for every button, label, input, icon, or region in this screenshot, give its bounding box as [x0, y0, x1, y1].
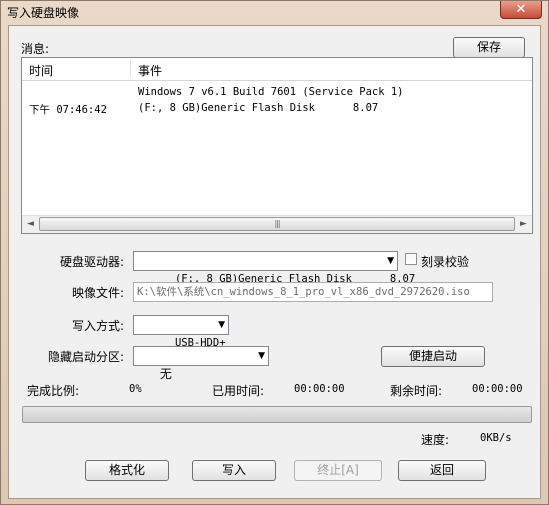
- format-button[interactable]: 格式化: [85, 460, 169, 481]
- abort-button[interactable]: 终止[A]: [294, 460, 382, 481]
- title-bar[interactable]: 写入硬盘映像 ✕: [1, 1, 548, 23]
- column-header-event[interactable]: 事件: [138, 62, 162, 79]
- verify-label[interactable]: 刻录校验: [421, 253, 469, 270]
- chevron-down-icon[interactable]: ▼: [387, 252, 394, 270]
- list-item-event: (F:, 8 GB)Generic Flash Disk 8.07: [138, 102, 379, 114]
- progress-bar: [22, 406, 532, 423]
- remaining-time-label: 剩余时间:: [390, 384, 443, 398]
- write-mode-label: 写入方式:: [72, 319, 125, 333]
- scroll-left-arrow-icon[interactable]: ◄: [22, 216, 39, 232]
- hidden-partition-select[interactable]: 无 ▼: [133, 346, 269, 381]
- drive-select[interactable]: (F:, 8 GB)Generic Flash Disk 8.07 ▼: [133, 251, 415, 285]
- hidden-partition-label: 隐藏启动分区:: [48, 350, 125, 364]
- write-disk-image-window: 写入硬盘映像 ✕ 消息: 保存 时间 事件 Windows 7 v6.1 Bui…: [0, 0, 549, 505]
- image-file-field[interactable]: K:\软件\系统\cn_windows_8_1_pro_vl_x86_dvd_2…: [133, 282, 493, 302]
- close-button[interactable]: ✕: [500, 1, 542, 19]
- complete-ratio-value: 0%: [129, 383, 142, 395]
- write-button[interactable]: 写入: [192, 460, 276, 481]
- messages-label: 消息:: [21, 42, 50, 56]
- window-title: 写入硬盘映像: [7, 6, 80, 20]
- chevron-down-icon[interactable]: ▼: [258, 347, 265, 365]
- chevron-down-icon[interactable]: ▼: [218, 316, 225, 334]
- drive-label: 硬盘驱动器:: [60, 255, 125, 269]
- list-item-event: Windows 7 v6.1 Build 7601 (Service Pack …: [138, 86, 404, 98]
- elapsed-time-label: 已用时间:: [212, 384, 265, 398]
- list-item[interactable]: 下午 07:46:42 (F:, 8 GB)Generic Flash Disk…: [22, 102, 532, 118]
- verify-checkbox[interactable]: [405, 253, 417, 265]
- elapsed-time-value: 00:00:00: [294, 383, 345, 395]
- list-item[interactable]: Windows 7 v6.1 Build 7601 (Service Pack …: [22, 86, 532, 102]
- remaining-time-value: 00:00:00: [472, 383, 523, 395]
- dialog-body: 消息: 保存 时间 事件 Windows 7 v6.1 Build 7601 (…: [8, 25, 541, 499]
- speed-value: 0KB/s: [480, 432, 512, 444]
- back-button[interactable]: 返回: [398, 460, 486, 481]
- column-separator[interactable]: [130, 60, 131, 78]
- hidden-partition-value: 无: [159, 367, 172, 381]
- scrollbar-thumb[interactable]: |||: [39, 217, 515, 231]
- quick-boot-button[interactable]: 便捷启动: [381, 346, 485, 367]
- scroll-right-arrow-icon[interactable]: ►: [515, 216, 532, 232]
- horizontal-scrollbar[interactable]: ◄ ||| ►: [22, 215, 532, 233]
- list-item-time: 下午 07:46:42: [29, 104, 107, 116]
- speed-label: 速度:: [421, 433, 450, 447]
- write-mode-select[interactable]: USB-HDD+ ▼: [133, 315, 229, 349]
- message-list[interactable]: 时间 事件 Windows 7 v6.1 Build 7601 (Service…: [21, 57, 533, 234]
- save-button[interactable]: 保存: [453, 37, 525, 58]
- complete-ratio-label: 完成比例:: [27, 384, 80, 398]
- image-file-label: 映像文件:: [72, 286, 125, 300]
- column-header-time[interactable]: 时间: [29, 62, 53, 79]
- list-header: 时间 事件: [22, 58, 532, 81]
